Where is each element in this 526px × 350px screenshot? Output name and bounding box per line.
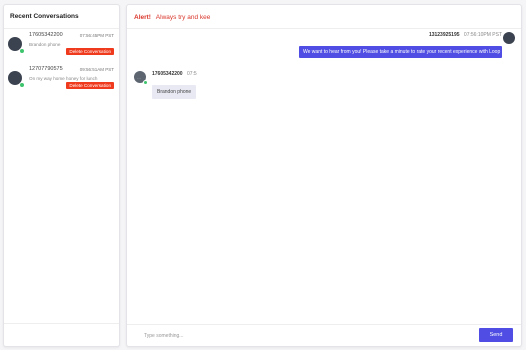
alert-banner: Alert! Always try and kee: [134, 14, 210, 21]
divider: [4, 323, 119, 324]
recent-conversations-panel: Recent Conversations 17605342200 07:56:4…: [3, 4, 120, 347]
incoming-message-bubble: Brandon phone: [152, 85, 197, 99]
chat-panel: Alert! Always try and kee 13123925195 07…: [126, 4, 522, 347]
avatar: [503, 32, 515, 44]
message-input[interactable]: [142, 329, 466, 343]
alert-label: Alert!: [134, 14, 151, 21]
sender-number: 17605342200: [152, 71, 183, 77]
conversation-item[interactable]: 12707790575 09:56:51AM PST On my way hom…: [4, 66, 119, 96]
outgoing-message-bubble: We want to hear from you! Please take a …: [299, 46, 502, 58]
divider: [4, 28, 119, 29]
message-time: 07:56:10PM PST: [463, 32, 502, 38]
conversation-preview: Brandon phone: [29, 42, 61, 47]
online-status-dot: [19, 48, 25, 54]
sender-number: 13123925195: [428, 32, 460, 38]
delete-conversation-button[interactable]: Delete Conversation: [66, 82, 114, 89]
conversation-time: 09:56:51AM PST: [79, 67, 114, 72]
avatar-placeholder-icon: …: [137, 75, 141, 80]
alert-text: Always try and kee: [155, 14, 211, 21]
conversation-time: 07:56:45PM PST: [79, 33, 114, 38]
conversation-preview: On my way home honey for lunch: [29, 76, 98, 81]
conversation-item[interactable]: 17605342200 07:56:45PM PST Brandon phone…: [4, 32, 119, 62]
divider: [127, 28, 521, 29]
message-time: 07:5: [186, 71, 197, 77]
recent-conversations-title: Recent Conversations: [10, 13, 79, 20]
conversation-number: 12707790575: [29, 66, 63, 72]
incoming-message-header: 17605342200 07:5: [152, 71, 197, 77]
conversation-number: 17605342200: [29, 32, 63, 38]
divider: [127, 324, 521, 325]
delete-conversation-button[interactable]: Delete Conversation: [66, 48, 114, 55]
online-status-dot: [143, 80, 148, 85]
outgoing-message-header: 13123925195 07:56:10PM PST: [429, 32, 502, 38]
send-button[interactable]: Send: [479, 328, 513, 342]
online-status-dot: [19, 82, 25, 88]
